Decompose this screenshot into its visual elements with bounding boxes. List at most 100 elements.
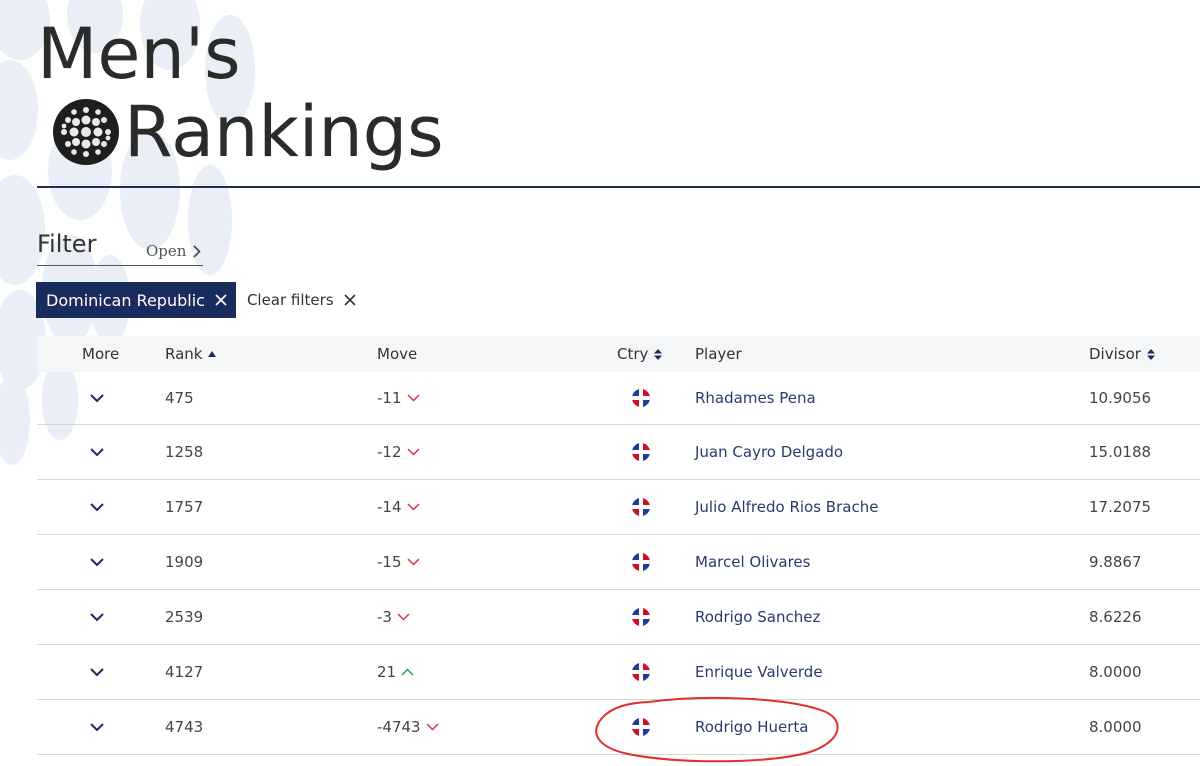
arrow-down-icon xyxy=(406,394,420,402)
move-cell: -11 xyxy=(377,372,420,424)
filter-open-button[interactable]: Open xyxy=(146,242,202,260)
rank-cell: 1757 xyxy=(165,498,204,516)
table-row: 475 -11 Rhadames Pena 10.9056 xyxy=(37,372,1200,425)
table-row: 1258 -12 Juan Cayro Delgado 15.0188 xyxy=(37,425,1200,480)
filter-chip-label: Dominican Republic xyxy=(46,290,205,310)
arrow-down-icon xyxy=(397,613,410,621)
move-value: -15 xyxy=(377,553,402,571)
player-link[interactable]: Rodrigo Huerta xyxy=(695,700,809,754)
expand-row-button[interactable] xyxy=(90,535,104,589)
clear-filters-label: Clear filters xyxy=(246,291,334,309)
filter-open-label: Open xyxy=(146,242,187,260)
chevron-down-icon xyxy=(90,502,104,512)
move-cell: -12 xyxy=(377,425,420,479)
divisor-cell: 17.2075 xyxy=(1089,498,1152,516)
arrow-down-icon xyxy=(426,723,439,731)
chevron-down-icon xyxy=(90,447,104,457)
column-header-ctry[interactable]: Ctry xyxy=(617,345,663,363)
move-value: -14 xyxy=(377,498,402,516)
golf-ball-icon xyxy=(53,99,119,165)
column-header-rank[interactable]: Rank xyxy=(165,345,217,363)
expand-row-button[interactable] xyxy=(90,480,104,534)
page-title-line2: Rankings xyxy=(124,91,444,173)
player-link[interactable]: Enrique Valverde xyxy=(695,645,823,699)
column-header-divisor[interactable]: Divisor xyxy=(1089,345,1155,363)
filter-chip-country[interactable]: Dominican Republic xyxy=(36,282,236,318)
move-cell: -4743 xyxy=(377,700,439,754)
chevron-down-icon xyxy=(90,612,104,622)
move-value: -4743 xyxy=(377,718,421,736)
rankings-table: More Rank Move Ctry Player Divisor 475 -1… xyxy=(37,336,1200,755)
arrow-down-icon xyxy=(406,503,420,511)
country-cell xyxy=(631,480,651,534)
flag-icon xyxy=(631,717,651,737)
player-link[interactable]: Rhadames Pena xyxy=(695,372,816,424)
divisor-cell: 8.0000 xyxy=(1089,663,1142,681)
divisor-cell: 10.9056 xyxy=(1089,389,1152,407)
expand-row-button[interactable] xyxy=(90,425,104,479)
arrow-down-icon xyxy=(406,448,420,456)
flag-icon xyxy=(631,552,651,572)
chevron-down-icon xyxy=(90,393,104,403)
rank-cell: 4127 xyxy=(165,663,204,681)
flag-icon xyxy=(631,388,651,408)
clear-filters-button[interactable]: Clear filters xyxy=(247,291,356,309)
move-value: 21 xyxy=(377,663,397,681)
divisor-cell: 8.0000 xyxy=(1089,718,1142,736)
close-icon xyxy=(344,294,356,306)
move-value: -3 xyxy=(377,608,392,626)
page-title-line1: Men's xyxy=(37,13,241,95)
table-body: 475 -11 Rhadames Pena 10.9056 1258 -12 Juan Ca… xyxy=(37,372,1200,755)
country-cell xyxy=(631,700,651,754)
move-cell: -3 xyxy=(377,590,410,644)
chevron-down-icon xyxy=(90,722,104,732)
arrow-up-icon xyxy=(401,668,414,676)
chevron-down-icon xyxy=(90,557,104,567)
close-icon[interactable] xyxy=(215,294,227,306)
player-link[interactable]: Julio Alfredo Rios Brache xyxy=(695,480,878,534)
chevron-down-icon xyxy=(90,667,104,677)
flag-icon xyxy=(631,497,651,517)
country-cell xyxy=(631,425,651,479)
expand-row-button[interactable] xyxy=(90,645,104,699)
column-header-divisor-label: Divisor xyxy=(1089,345,1141,363)
move-cell: -15 xyxy=(377,535,420,589)
expand-row-button[interactable] xyxy=(90,372,104,424)
column-header-rank-label: Rank xyxy=(165,345,203,363)
rank-cell: 1258 xyxy=(165,443,204,461)
table-row: 4127 21 Enrique Valverde 8.0000 xyxy=(37,645,1200,700)
country-cell xyxy=(631,535,651,589)
table-row: 1909 -15 Marcel Olivares 9.8867 xyxy=(37,535,1200,590)
chevron-right-icon xyxy=(193,244,202,258)
rank-cell: 2539 xyxy=(165,608,204,626)
move-value: -12 xyxy=(377,443,402,461)
divisor-cell: 15.0188 xyxy=(1089,443,1152,461)
sort-icon xyxy=(1146,348,1155,360)
move-value: -11 xyxy=(377,389,402,407)
flag-icon xyxy=(631,662,651,682)
expand-row-button[interactable] xyxy=(90,700,104,754)
sort-ascending-icon xyxy=(208,351,217,357)
table-row: 1757 -14 Julio Alfredo Rios Brache 17.2075 xyxy=(37,480,1200,535)
divisor-cell: 8.6226 xyxy=(1089,608,1142,626)
player-link[interactable]: Juan Cayro Delgado xyxy=(695,425,843,479)
country-cell xyxy=(631,645,651,699)
table-row: 2539 -3 Rodrigo Sanchez 8.6226 xyxy=(37,590,1200,645)
column-header-player: Player xyxy=(695,345,742,363)
player-link[interactable]: Rodrigo Sanchez xyxy=(695,590,820,644)
move-cell: 21 xyxy=(377,645,414,699)
flag-icon xyxy=(631,607,651,627)
player-link[interactable]: Marcel Olivares xyxy=(695,535,810,589)
rank-cell: 475 xyxy=(165,389,194,407)
column-header-more: More xyxy=(82,345,120,363)
page-title-row: Rankings xyxy=(52,92,444,172)
active-filters: Dominican Republic Clear filters xyxy=(36,282,356,318)
divisor-cell: 9.8867 xyxy=(1089,553,1142,571)
expand-row-button[interactable] xyxy=(90,590,104,644)
column-header-ctry-label: Ctry xyxy=(617,345,649,363)
flag-icon xyxy=(631,442,651,462)
country-cell xyxy=(631,372,651,424)
title-divider xyxy=(37,186,1200,188)
table-row: 4743 -4743 Rodrigo Huerta 8.0000 xyxy=(37,700,1200,755)
country-cell xyxy=(631,590,651,644)
